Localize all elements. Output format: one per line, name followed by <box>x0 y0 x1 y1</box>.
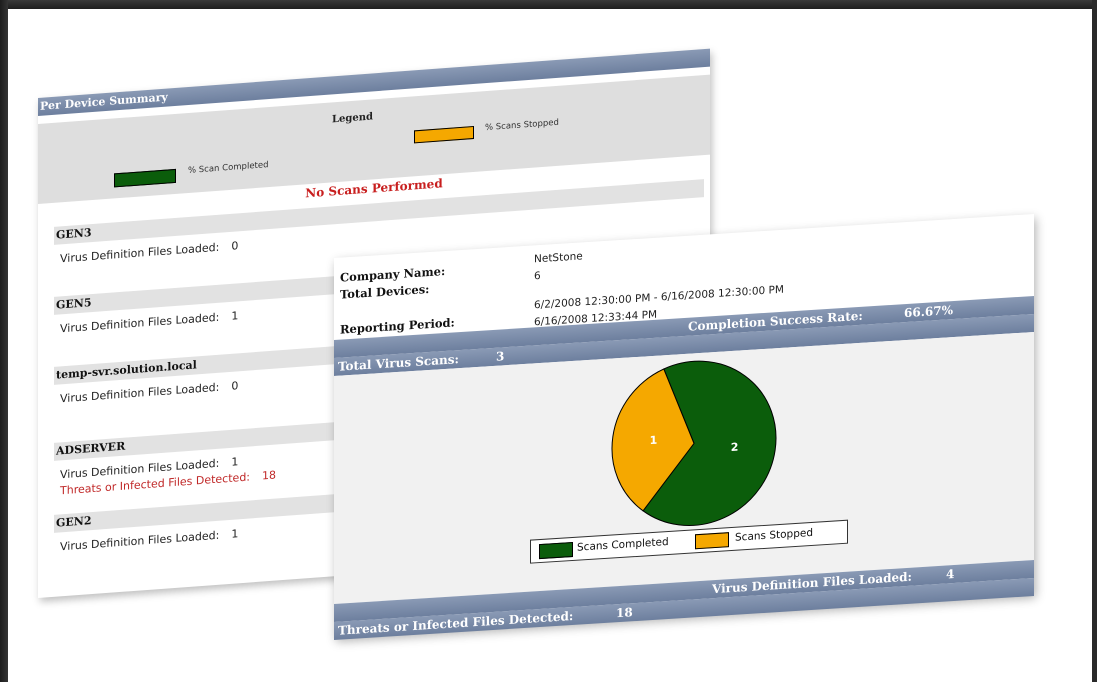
definitions-label: Virus Definition Files Loaded: <box>60 380 220 406</box>
legend-scans-completed-label: Scans Completed <box>577 535 669 554</box>
right-frame-bar <box>1092 0 1097 682</box>
definitions-label: Virus Definition Files Loaded: <box>60 240 220 266</box>
definitions-summary-value: 4 <box>946 566 955 582</box>
pie-slice-label: 2 <box>731 441 739 454</box>
definitions-label: Virus Definition Files Loaded: <box>60 310 220 336</box>
definitions-value: 1 <box>231 527 239 541</box>
scan-pie-chart: 21 <box>611 360 777 526</box>
threats-value: 18 <box>262 468 277 483</box>
legend-completed-label: % Scan Completed <box>188 160 269 176</box>
definitions-value: 1 <box>231 455 239 469</box>
legend-scans-stopped-label: Scans Stopped <box>735 526 813 544</box>
definitions-label: Virus Definition Files Loaded: <box>60 528 220 554</box>
definitions-value: 0 <box>231 379 239 393</box>
top-frame-bar <box>0 0 1097 9</box>
legend-stopped-swatch <box>414 125 474 144</box>
legend-stopped-label: % Scans Stopped <box>485 117 559 134</box>
legend-scans-stopped-swatch <box>695 532 729 550</box>
left-frame-bar <box>0 0 8 682</box>
legend-title: Legend <box>332 111 374 126</box>
scan-pie-chart-area: 21 Scans Completed Scans Stopped <box>334 331 1034 604</box>
pie-slice-label: 1 <box>650 434 658 447</box>
legend-scans-completed-swatch <box>539 541 573 560</box>
definitions-value: 0 <box>231 239 239 253</box>
definitions-value: 1 <box>231 309 239 323</box>
report-summary-card: Company Name: Total Devices: Reporting P… <box>334 213 1034 640</box>
total-scans-value: 3 <box>496 349 505 364</box>
legend-completed-swatch <box>114 168 176 188</box>
threats-summary-value: 18 <box>616 605 633 621</box>
